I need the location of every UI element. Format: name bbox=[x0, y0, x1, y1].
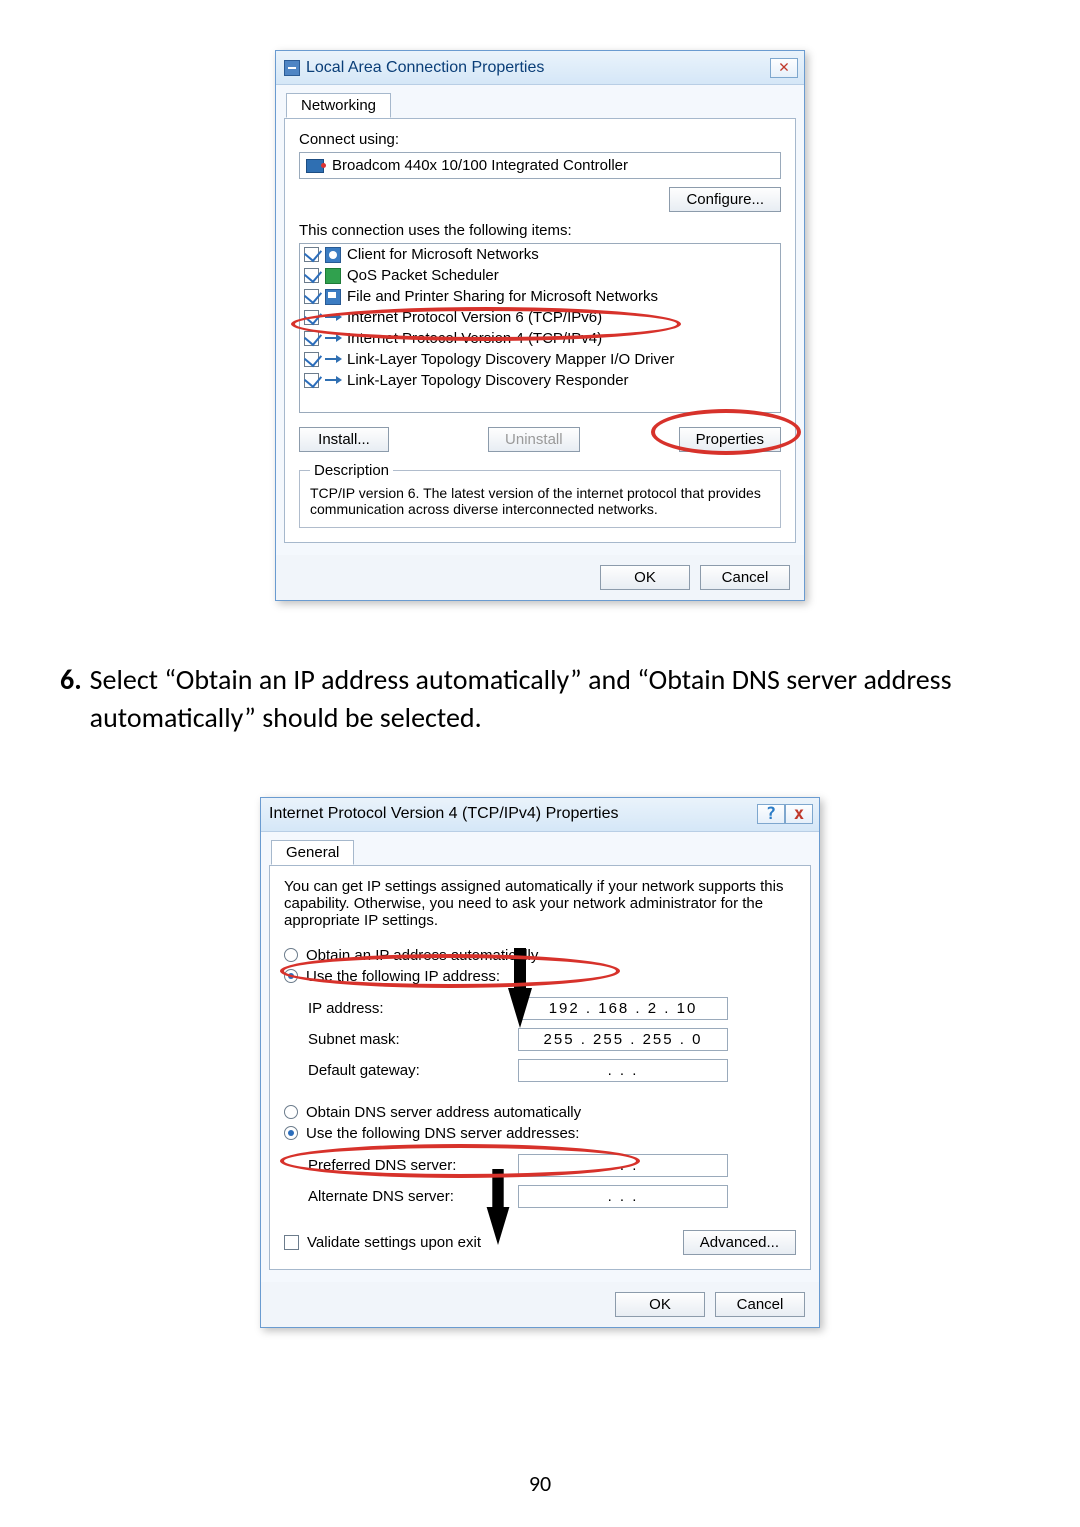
default-gateway-field[interactable]: . . . bbox=[518, 1059, 728, 1082]
ok-button[interactable]: OK bbox=[615, 1292, 705, 1317]
advanced-button[interactable]: Advanced... bbox=[683, 1230, 796, 1255]
step-6: 6. Select “Obtain an IP address automati… bbox=[60, 661, 1020, 737]
list-item[interactable]: Link-Layer Topology Discovery Mapper I/O… bbox=[300, 349, 780, 370]
checkbox-icon bbox=[304, 331, 319, 346]
list-item[interactable]: Internet Protocol Version 6 (TCP/IPv6) bbox=[300, 307, 780, 328]
description-group: Description TCP/IP version 6. The latest… bbox=[299, 462, 781, 528]
sched-icon bbox=[325, 268, 341, 284]
share-icon bbox=[325, 289, 341, 305]
list-item-label: Internet Protocol Version 6 (TCP/IPv6) bbox=[347, 309, 602, 326]
checkbox-icon bbox=[304, 373, 319, 388]
annotation-arrow-icon bbox=[487, 1207, 510, 1245]
proto-icon bbox=[325, 352, 341, 368]
validate-label: Validate settings upon exit bbox=[307, 1234, 481, 1251]
list-item-label: File and Printer Sharing for Microsoft N… bbox=[347, 288, 658, 305]
radio-obtain-ip[interactable]: Obtain an IP address automatically bbox=[284, 945, 796, 966]
checkbox-icon bbox=[304, 247, 319, 262]
description-text: TCP/IP version 6. The latest version of … bbox=[310, 485, 770, 517]
adapter-field[interactable]: Broadcom 440x 10/100 Integrated Controll… bbox=[299, 152, 781, 179]
annotation-arrow-icon bbox=[508, 988, 532, 1028]
proto-icon bbox=[325, 310, 341, 326]
titlebar: Internet Protocol Version 4 (TCP/IPv4) P… bbox=[261, 798, 819, 832]
default-gateway-label: Default gateway: bbox=[308, 1062, 508, 1079]
connect-using-label: Connect using: bbox=[299, 131, 781, 148]
configure-button[interactable]: Configure... bbox=[669, 187, 781, 212]
radio-icon bbox=[284, 969, 298, 983]
radio-use-ip[interactable]: Use the following IP address: bbox=[284, 966, 796, 987]
list-item[interactable]: Internet Protocol Version 4 (TCP/IPv4) bbox=[300, 328, 780, 349]
window-icon bbox=[284, 60, 300, 76]
list-item[interactable]: QoS Packet Scheduler bbox=[300, 265, 780, 286]
subnet-mask-field[interactable]: 255 . 255 . 255 . 0 bbox=[518, 1028, 728, 1051]
dialog-tcpip-v4-properties: Internet Protocol Version 4 (TCP/IPv4) P… bbox=[60, 797, 1020, 1328]
radio-label: Use the following DNS server addresses: bbox=[306, 1125, 579, 1142]
close-button[interactable]: x bbox=[785, 804, 813, 824]
list-item-label: Link-Layer Topology Discovery Mapper I/O… bbox=[347, 351, 674, 368]
list-item[interactable]: File and Printer Sharing for Microsoft N… bbox=[300, 286, 780, 307]
checkbox-icon bbox=[304, 310, 319, 325]
list-item-label: QoS Packet Scheduler bbox=[347, 267, 499, 284]
cancel-button[interactable]: Cancel bbox=[700, 565, 790, 590]
radio-icon bbox=[284, 948, 298, 962]
client-icon bbox=[325, 247, 341, 263]
alternate-dns-field[interactable]: . . . bbox=[518, 1185, 728, 1208]
list-item[interactable]: Link-Layer Topology Discovery Responder bbox=[300, 370, 780, 391]
description-heading: Description bbox=[310, 462, 393, 479]
alternate-dns-label: Alternate DNS server: bbox=[308, 1188, 508, 1205]
ok-button[interactable]: OK bbox=[600, 565, 690, 590]
adapter-name: Broadcom 440x 10/100 Integrated Controll… bbox=[332, 157, 628, 174]
radio-label: Obtain DNS server address automatically bbox=[306, 1104, 581, 1121]
intro-text: You can get IP settings assigned automat… bbox=[284, 878, 796, 929]
radio-label: Use the following IP address: bbox=[306, 968, 500, 985]
validate-checkbox-row[interactable]: Validate settings upon exit bbox=[284, 1232, 481, 1253]
list-item-label: Client for Microsoft Networks bbox=[347, 246, 539, 263]
proto-icon bbox=[325, 373, 341, 389]
items-label: This connection uses the following items… bbox=[299, 222, 781, 239]
nic-icon bbox=[306, 159, 324, 173]
properties-button[interactable]: Properties bbox=[679, 427, 781, 452]
radio-obtain-dns[interactable]: Obtain DNS server address automatically bbox=[284, 1102, 796, 1123]
tab-general[interactable]: General bbox=[271, 840, 354, 865]
step-text: Select “Obtain an IP address automatical… bbox=[90, 661, 1020, 737]
items-listbox[interactable]: Client for Microsoft Networks QoS Packet … bbox=[299, 243, 781, 413]
step-number: 6. bbox=[60, 661, 82, 737]
radio-icon bbox=[284, 1105, 298, 1119]
uninstall-button: Uninstall bbox=[488, 427, 580, 452]
window-title: Local Area Connection Properties bbox=[306, 59, 544, 77]
list-item[interactable]: Client for Microsoft Networks bbox=[300, 244, 780, 265]
ip-address-field[interactable]: 192 . 168 . 2 . 10 bbox=[518, 997, 728, 1020]
window-title: Internet Protocol Version 4 (TCP/IPv4) P… bbox=[269, 805, 618, 823]
checkbox-icon bbox=[284, 1235, 299, 1250]
ip-address-label: IP address: bbox=[308, 1000, 508, 1017]
tab-networking[interactable]: Networking bbox=[286, 93, 391, 118]
page-number: 90 bbox=[0, 1470, 1080, 1497]
list-item-label: Link-Layer Topology Discovery Responder bbox=[347, 372, 629, 389]
cancel-button[interactable]: Cancel bbox=[715, 1292, 805, 1317]
radio-icon bbox=[284, 1126, 298, 1140]
subnet-mask-label: Subnet mask: bbox=[308, 1031, 508, 1048]
titlebar: Local Area Connection Properties ✕ bbox=[276, 51, 804, 85]
checkbox-icon bbox=[304, 289, 319, 304]
preferred-dns-field[interactable]: . . . bbox=[518, 1154, 728, 1177]
list-item-label: Internet Protocol Version 4 (TCP/IPv4) bbox=[347, 330, 602, 347]
install-button[interactable]: Install... bbox=[299, 427, 389, 452]
radio-label: Obtain an IP address automatically bbox=[306, 947, 538, 964]
checkbox-icon bbox=[304, 268, 319, 283]
close-button[interactable]: ✕ bbox=[770, 58, 798, 78]
help-button[interactable]: ? bbox=[757, 804, 785, 824]
preferred-dns-label: Preferred DNS server: bbox=[308, 1157, 508, 1174]
checkbox-icon bbox=[304, 352, 319, 367]
dialog-local-area-connection: Local Area Connection Properties ✕ Netwo… bbox=[60, 50, 1020, 601]
proto-icon bbox=[325, 331, 341, 347]
radio-use-dns[interactable]: Use the following DNS server addresses: bbox=[284, 1123, 796, 1144]
